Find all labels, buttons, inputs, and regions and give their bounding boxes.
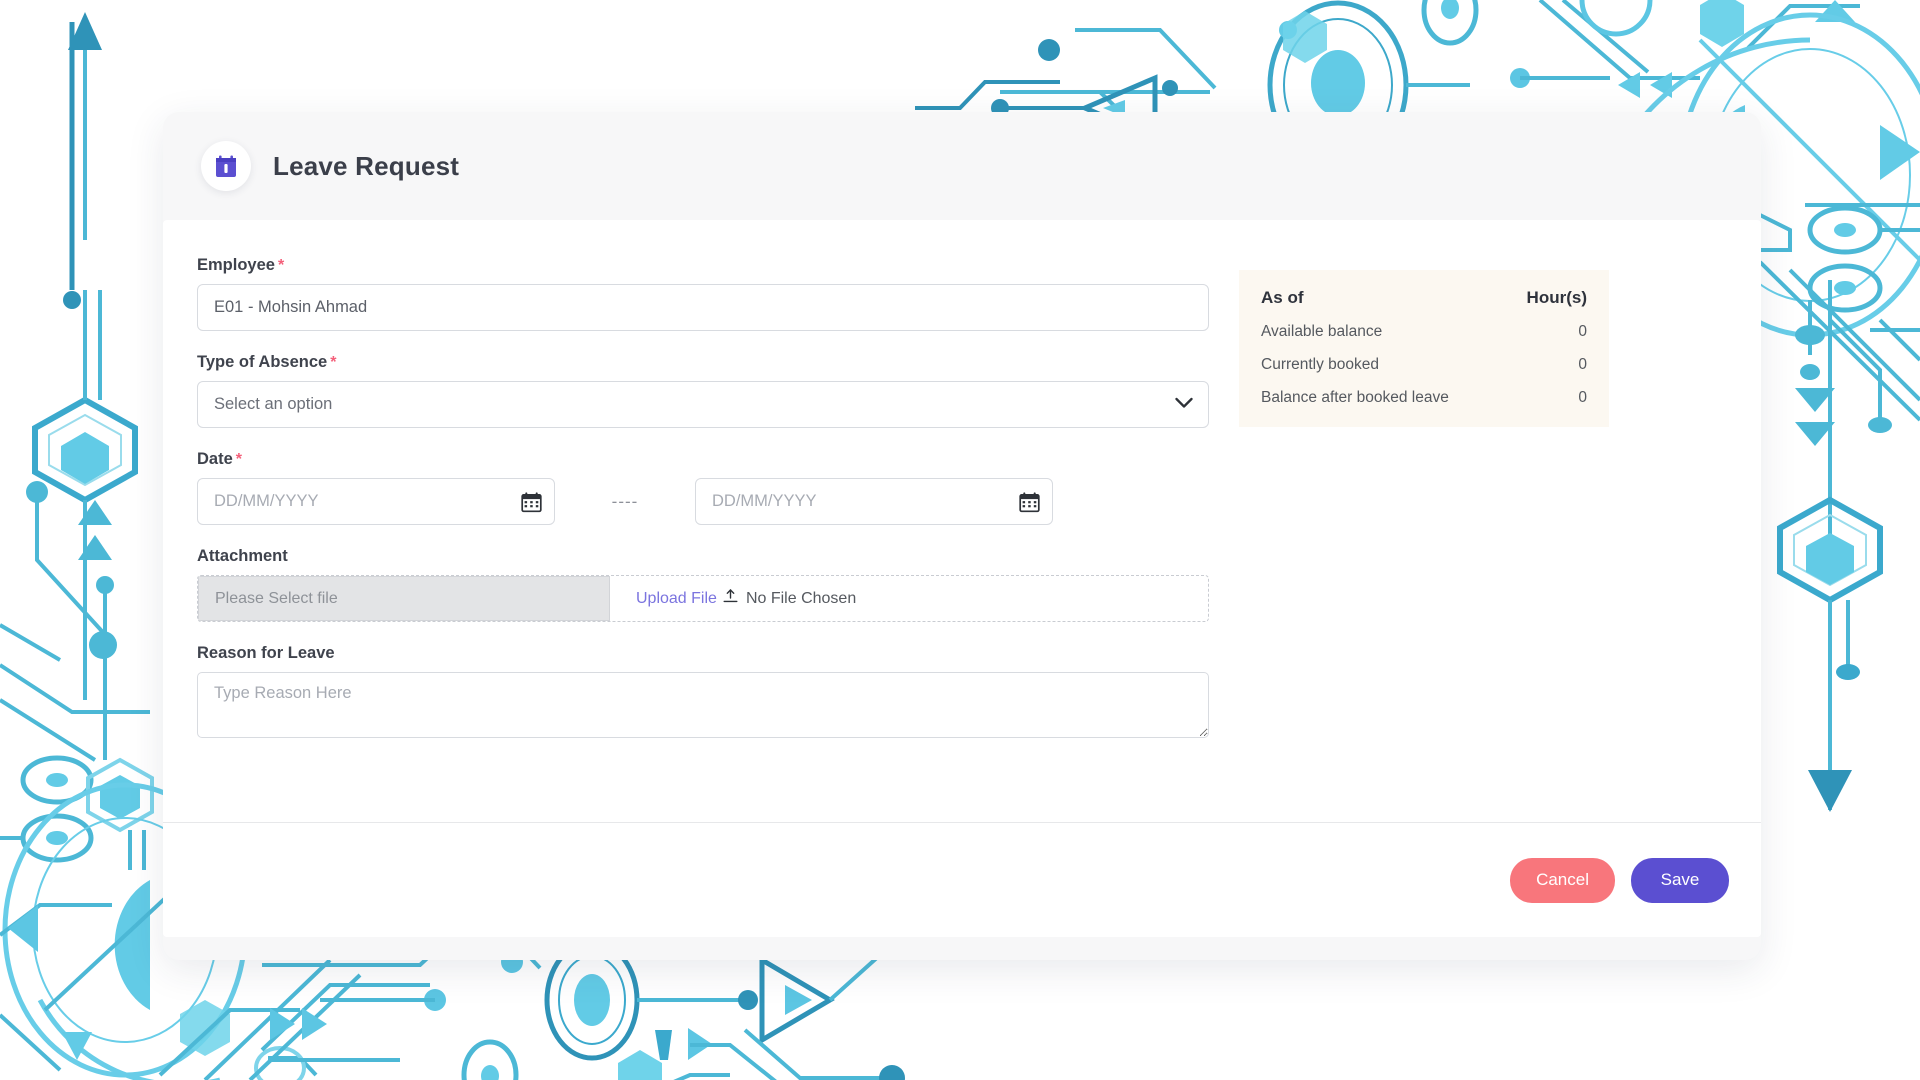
upload-file-label: Upload File bbox=[636, 589, 717, 607]
balance-row: Available balance 0 bbox=[1261, 323, 1587, 341]
field-absence-type: Type of Absence * Select an option bbox=[197, 353, 1209, 428]
date-label-text: Date bbox=[197, 450, 233, 468]
employee-label: Employee * bbox=[197, 256, 1209, 275]
attachment-dropzone[interactable]: Please Select file Upload File No File C… bbox=[197, 575, 1209, 622]
reason-label: Reason for Leave bbox=[197, 644, 335, 662]
date-from-input[interactable] bbox=[197, 478, 555, 525]
absence-type-label: Type of Absence * bbox=[197, 353, 1209, 372]
balance-summary-panel: As of Hour(s) Available balance 0 Curren… bbox=[1239, 270, 1609, 427]
date-from-wrapper bbox=[197, 478, 555, 525]
reason-textarea[interactable] bbox=[197, 672, 1209, 738]
balance-row-value: 0 bbox=[1578, 389, 1587, 406]
cancel-button[interactable]: Cancel bbox=[1510, 857, 1615, 903]
field-reason: Reason for Leave bbox=[197, 644, 1209, 743]
dialog-header: Leave Request bbox=[163, 112, 1761, 220]
absence-type-select-wrapper: Select an option bbox=[197, 381, 1209, 428]
dialog-body: Employee* Type of Absence* Select an opt… bbox=[163, 220, 1761, 937]
required-asterisk: * bbox=[330, 354, 337, 371]
upload-file-button[interactable]: Upload File bbox=[636, 588, 738, 609]
page-title: Leave Request bbox=[273, 150, 460, 181]
employee-label-text: Employee bbox=[197, 256, 275, 274]
attachment-placeholder-text: Please Select file bbox=[215, 589, 338, 607]
balance-row: Currently booked 0 bbox=[1261, 356, 1587, 374]
field-employee: Employee * bbox=[197, 256, 1209, 331]
balance-row: Balance after booked leave 0 bbox=[1261, 389, 1587, 407]
attachment-actions: Upload File No File Chosen bbox=[610, 576, 1208, 621]
balance-row-label: Available balance bbox=[1261, 323, 1383, 340]
date-label: Date * bbox=[197, 450, 1209, 469]
calendar-icon-to[interactable] bbox=[1019, 491, 1040, 512]
field-attachment: Attachment Please Select file Upload Fil… bbox=[197, 547, 1209, 622]
calendar-icon-from[interactable] bbox=[521, 491, 542, 512]
form-column-left: Employee* Type of Absence* Select an opt… bbox=[197, 256, 1209, 765]
attachment-label: Attachment bbox=[197, 547, 288, 565]
calendar-icon bbox=[201, 141, 251, 191]
attachment-status: No File Chosen bbox=[745, 589, 857, 607]
balance-row-label: Balance after booked leave bbox=[1261, 389, 1449, 406]
required-asterisk: * bbox=[277, 257, 285, 274]
balance-header-hours: Hour(s) bbox=[1526, 288, 1587, 307]
balance-row-value: 0 bbox=[1578, 323, 1587, 340]
balance-header-as-of: As of bbox=[1261, 288, 1304, 307]
upload-icon bbox=[723, 588, 738, 609]
date-to-input[interactable] bbox=[695, 478, 1053, 525]
balance-row-label: Currently booked bbox=[1261, 356, 1380, 373]
balance-header-row: As of Hour(s) bbox=[1261, 288, 1587, 308]
balance-row-value: 0 bbox=[1578, 356, 1587, 373]
form-column-right: As of Hour(s) Available balance 0 Curren… bbox=[1239, 256, 1727, 765]
absence-type-label-text: Type of Absence bbox=[197, 353, 328, 371]
required-asterisk: * bbox=[235, 451, 242, 468]
absence-type-select[interactable]: Select an option bbox=[197, 381, 1209, 428]
date-range-separator: ---- bbox=[611, 491, 639, 511]
attachment-file-display[interactable]: Please Select file bbox=[198, 576, 610, 621]
absence-type-selected-value: Select an option bbox=[214, 395, 333, 413]
leave-request-dialog: Leave Request Employee * E01 - Mohsin Ah… bbox=[163, 112, 1761, 960]
dialog-footer: Cancel Save bbox=[163, 822, 1761, 937]
screen: Leave Request Employee * E01 - Mohsin Ah… bbox=[0, 0, 1920, 1080]
date-to-wrapper bbox=[695, 478, 1053, 525]
date-range-row: ---- bbox=[197, 478, 1209, 525]
save-button[interactable]: Save bbox=[1631, 857, 1729, 903]
employee-input[interactable] bbox=[197, 284, 1209, 331]
field-date: Date * DD/MM/YYYY ---- DD/MM/YYYY bbox=[197, 450, 1209, 525]
